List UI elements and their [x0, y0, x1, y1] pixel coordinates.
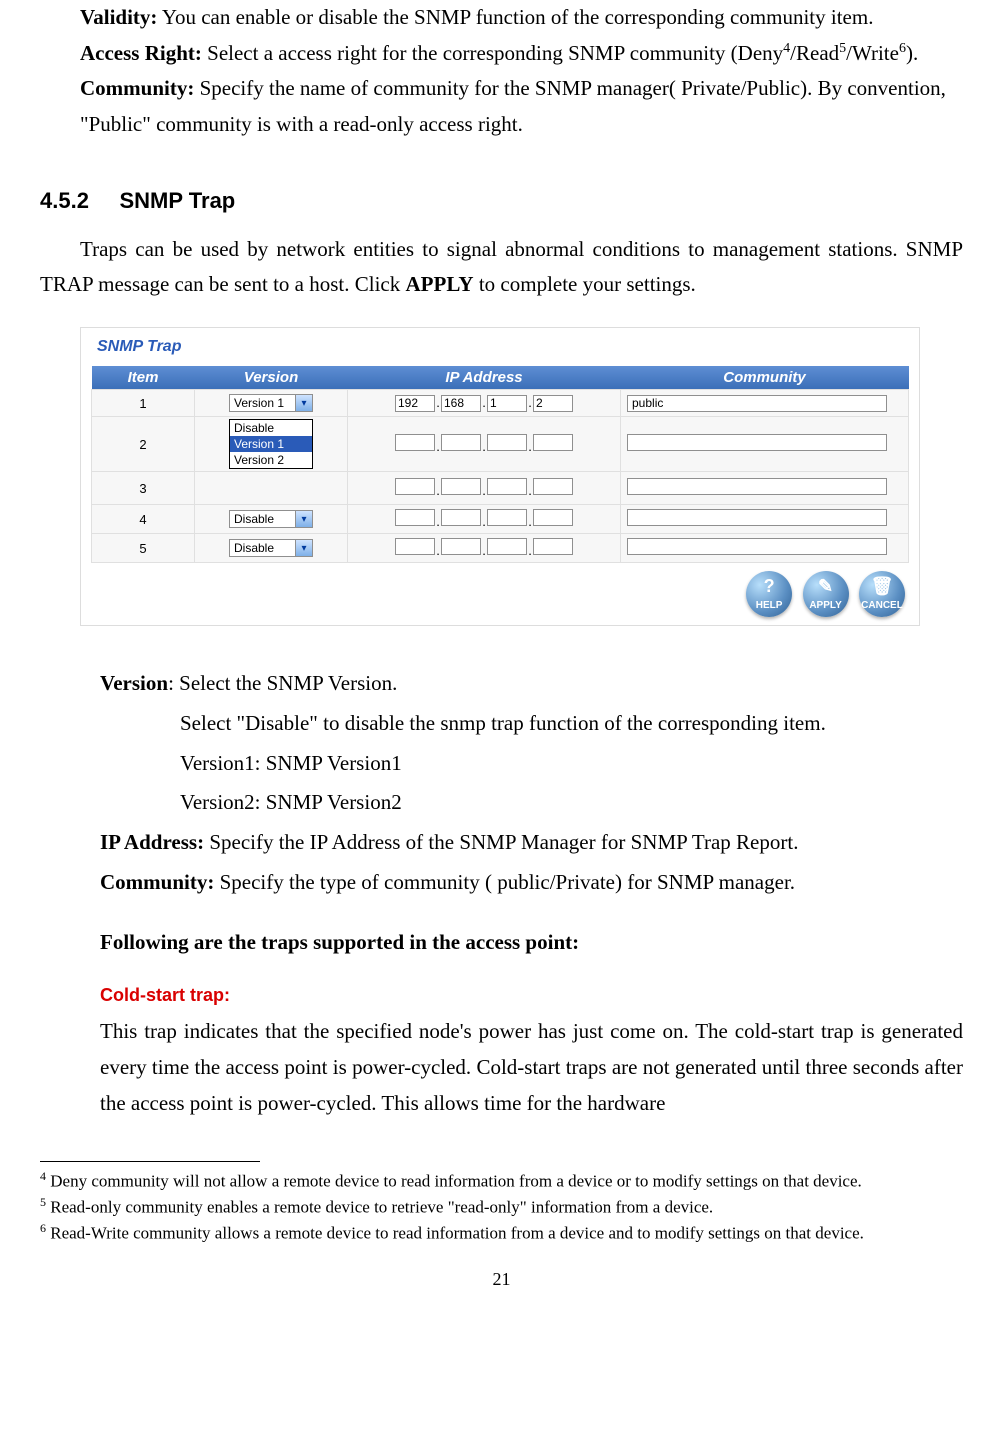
ip-octet-input[interactable]	[441, 538, 481, 555]
desc-version-sub1: Select "Disable" to disable the snmp tra…	[180, 706, 963, 742]
panel-title: SNMP Trap	[91, 338, 909, 356]
community-input[interactable]: public	[627, 395, 887, 412]
dropdown-option[interactable]: Version 2	[230, 452, 312, 468]
ip-octet-input[interactable]	[487, 478, 527, 495]
footnote-rule	[40, 1161, 260, 1162]
apply-button[interactable]: ✎ APPLY	[803, 571, 849, 617]
ip-octet-input[interactable]	[487, 538, 527, 555]
chevron-down-icon: ▾	[295, 395, 312, 411]
version-dropdown-open[interactable]: Disable Version 1 Version 2	[229, 419, 313, 469]
validity-paragraph: Validity: You can enable or disable the …	[80, 0, 963, 36]
dropdown-option[interactable]: Disable	[230, 420, 312, 436]
footnote-4: 4 Deny community will not allow a remote…	[40, 1168, 963, 1194]
ip-octet-input[interactable]	[395, 434, 435, 451]
community-input[interactable]	[627, 478, 887, 495]
table-row: 1 Version 1 ▾ 192.168.1.2 public	[92, 390, 909, 417]
ip-octet-input[interactable]	[487, 434, 527, 451]
table-row: 4 Disable ▾ ...	[92, 505, 909, 534]
help-button[interactable]: ? HELP	[746, 571, 792, 617]
ip-octet-input[interactable]: 192	[395, 395, 435, 412]
item-cell: 1	[92, 390, 195, 417]
table-row: 5 Disable ▾ ...	[92, 534, 909, 563]
ip-octet-input[interactable]	[395, 538, 435, 555]
ip-octet-input[interactable]	[395, 478, 435, 495]
ip-octet-input[interactable]	[487, 509, 527, 526]
desc-ip: IP Address: Specify the IP Address of th…	[100, 825, 963, 861]
item-cell: 5	[92, 534, 195, 563]
item-cell: 4	[92, 505, 195, 534]
supported-traps-heading: Following are the traps supported in the…	[100, 930, 963, 955]
snmp-trap-table: Item Version IP Address Community 1 Vers…	[91, 366, 909, 563]
ip-octet-input[interactable]	[533, 434, 573, 451]
cancel-icon: 🗑	[859, 577, 905, 595]
dropdown-option-selected[interactable]: Version 1	[230, 436, 312, 452]
section-number: 4.5.2	[40, 188, 89, 213]
ip-octet-input[interactable]	[441, 478, 481, 495]
table-row: 2 Disable Version 1 Version 2 ...	[92, 417, 909, 472]
desc-version: Version: Select the SNMP Version.	[100, 666, 963, 702]
cancel-button[interactable]: 🗑 CANCEL	[859, 571, 905, 617]
item-cell: 2	[92, 417, 195, 472]
desc-version-sub2: Version1: SNMP Version1	[180, 746, 963, 782]
community-paragraph: Community: Specify the name of community…	[80, 71, 963, 142]
desc-community: Community: Specify the type of community…	[100, 865, 963, 901]
version-dropdown[interactable]: Disable ▾	[229, 539, 313, 557]
ip-octet-input[interactable]	[395, 509, 435, 526]
version-dropdown[interactable]: Disable ▾	[229, 510, 313, 528]
desc-version-sub3: Version2: SNMP Version2	[180, 785, 963, 821]
ip-octet-input[interactable]	[533, 509, 573, 526]
chevron-down-icon: ▾	[295, 511, 312, 527]
help-icon: ?	[746, 577, 792, 595]
ip-octet-input[interactable]	[441, 434, 481, 451]
snmp-trap-panel: SNMP Trap Item Version IP Address Commun…	[80, 327, 920, 626]
community-input[interactable]	[627, 434, 887, 451]
ip-octet-input[interactable]	[533, 538, 573, 555]
col-community: Community	[621, 366, 909, 390]
item-cell: 3	[92, 472, 195, 505]
ip-octet-input[interactable]: 2	[533, 395, 573, 412]
col-version: Version	[195, 366, 348, 390]
ip-octet-input[interactable]	[441, 509, 481, 526]
community-text: Specify the name of community for the SN…	[80, 76, 946, 136]
page-number: 21	[40, 1269, 963, 1310]
footnote-6: 6 Read-Write community allows a remote d…	[40, 1220, 963, 1246]
community-label: Community:	[80, 76, 194, 100]
footnote-5: 5 Read-only community enables a remote d…	[40, 1194, 963, 1220]
validity-text: You can enable or disable the SNMP funct…	[157, 5, 873, 29]
cold-start-trap-text: This trap indicates that the specified n…	[100, 1014, 963, 1121]
table-row: 3 ...	[92, 472, 909, 505]
chevron-down-icon: ▾	[295, 540, 312, 556]
col-ip-address: IP Address	[348, 366, 621, 390]
section-title: SNMP Trap	[120, 188, 236, 213]
action-row: ? HELP ✎ APPLY 🗑 CANCEL	[91, 563, 909, 619]
ip-octet-input[interactable]: 168	[441, 395, 481, 412]
apply-icon: ✎	[803, 577, 849, 595]
col-item: Item	[92, 366, 195, 390]
cold-start-trap-heading: Cold-start trap:	[100, 985, 963, 1006]
section-paragraph: Traps can be used by network entities to…	[40, 232, 963, 303]
section-heading: 4.5.2 SNMP Trap	[40, 188, 963, 214]
community-input[interactable]	[627, 538, 887, 555]
ip-octet-input[interactable]: 1	[487, 395, 527, 412]
access-right-label: Access Right:	[80, 41, 202, 65]
validity-label: Validity:	[80, 5, 157, 29]
ip-octet-input[interactable]	[533, 478, 573, 495]
access-right-paragraph: Access Right: Select a access right for …	[80, 36, 963, 72]
version-dropdown[interactable]: Version 1 ▾	[229, 394, 313, 412]
community-input[interactable]	[627, 509, 887, 526]
